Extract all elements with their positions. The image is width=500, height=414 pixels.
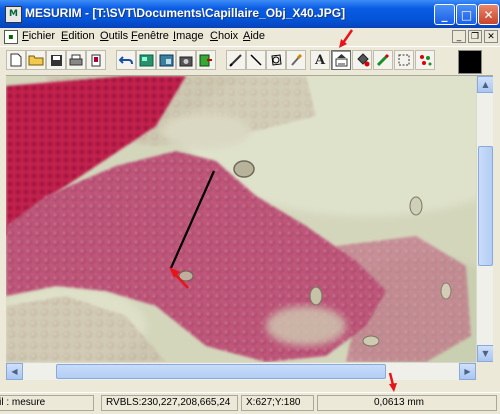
undo-button[interactable] bbox=[116, 50, 136, 70]
status-color-readout: RVBLS:230,227,208,665,24 bbox=[101, 395, 238, 411]
color-pen-tool-button[interactable] bbox=[373, 50, 393, 70]
export-button[interactable] bbox=[196, 50, 216, 70]
horizontal-scrollbar[interactable]: ◀ ▶ bbox=[6, 362, 476, 380]
print-preview-icon bbox=[91, 54, 101, 66]
brush-icon bbox=[291, 53, 303, 66]
image-paste-button[interactable] bbox=[156, 50, 176, 70]
undo-icon bbox=[119, 56, 133, 65]
maximize-button[interactable]: □ bbox=[456, 4, 477, 25]
brush-tool-button[interactable] bbox=[286, 50, 306, 70]
save-icon bbox=[50, 54, 62, 66]
export-icon bbox=[199, 54, 212, 66]
toolbar: A bbox=[0, 46, 500, 76]
menu-fenetre[interactable]: Fenêtre bbox=[131, 30, 169, 42]
image-copy-icon bbox=[139, 54, 153, 66]
print-preview-button[interactable] bbox=[86, 50, 106, 70]
colored-points-icon bbox=[419, 55, 431, 66]
status-measure: 0,0613 mm bbox=[317, 395, 497, 411]
polygon-icon bbox=[271, 54, 282, 66]
fill-tool-button[interactable] bbox=[352, 50, 372, 70]
save-button[interactable] bbox=[46, 50, 66, 70]
status-bar: Outil : mesure RVBLS:230,227,208,665,24 … bbox=[0, 392, 500, 414]
paint-bucket-icon bbox=[356, 53, 369, 67]
app-icon[interactable]: M bbox=[5, 6, 22, 23]
text-tool-button[interactable]: A bbox=[310, 50, 330, 70]
printer-icon bbox=[69, 54, 83, 65]
line-icon bbox=[250, 54, 262, 66]
menu-image[interactable]: Image bbox=[173, 30, 204, 42]
capture-button[interactable] bbox=[176, 50, 196, 70]
micrograph-image[interactable] bbox=[6, 76, 476, 362]
new-document-button[interactable] bbox=[6, 50, 26, 70]
menu-edition[interactable]: Edition bbox=[61, 30, 95, 42]
menu-bar: ▪ Fichier Edition Outils Fenêtre Image C… bbox=[0, 28, 500, 46]
annotation-arrow-status bbox=[388, 372, 397, 392]
mdi-restore-button[interactable]: ❐ bbox=[468, 30, 482, 43]
text-tool-label: A bbox=[314, 52, 326, 68]
pencil-icon bbox=[229, 54, 242, 67]
image-paste-icon bbox=[159, 54, 173, 66]
count-points-button[interactable] bbox=[415, 50, 435, 70]
colored-pen-icon bbox=[376, 53, 390, 67]
line-tool-button[interactable] bbox=[246, 50, 266, 70]
scrollbar-corner bbox=[476, 362, 493, 379]
new-document-icon bbox=[10, 53, 22, 67]
horizontal-scroll-thumb[interactable] bbox=[56, 364, 386, 379]
window-title: MESURIM - [T:\SVT\Documents\Capillaire_O… bbox=[25, 6, 346, 20]
scroll-left-button[interactable]: ◀ bbox=[6, 363, 23, 380]
rectangle-select-button[interactable] bbox=[394, 50, 414, 70]
title-bar[interactable]: M MESURIM - [T:\SVT\Documents\Capillaire… bbox=[0, 0, 500, 28]
menu-fichier[interactable]: Fichier bbox=[22, 30, 55, 42]
image-canvas[interactable] bbox=[6, 76, 476, 362]
current-color-swatch[interactable] bbox=[458, 50, 482, 74]
pencil-tool-button[interactable] bbox=[226, 50, 246, 70]
scroll-up-button[interactable]: ▲ bbox=[477, 76, 494, 93]
mdi-close-button[interactable]: ✕ bbox=[484, 30, 498, 43]
mdi-minimize-button[interactable]: _ bbox=[452, 30, 466, 43]
scroll-right-button[interactable]: ▶ bbox=[459, 363, 476, 380]
annotation-arrow-toolbar bbox=[339, 29, 354, 48]
camera-icon bbox=[179, 56, 193, 66]
vertical-scrollbar[interactable]: ▲ ▼ bbox=[476, 76, 494, 362]
menu-choix[interactable]: Choix bbox=[210, 30, 238, 42]
dotted-rectangle-icon bbox=[398, 54, 410, 66]
minimize-button[interactable]: _ bbox=[434, 4, 455, 25]
status-tool: Outil : mesure bbox=[0, 395, 94, 411]
image-copy-button[interactable] bbox=[136, 50, 156, 70]
menu-outils[interactable]: Outils bbox=[100, 30, 128, 42]
scale-icon bbox=[335, 54, 347, 67]
mdi-frame-right bbox=[493, 74, 500, 380]
scale-calibration-tool-button[interactable] bbox=[331, 50, 351, 70]
menu-aide[interactable]: Aide bbox=[243, 30, 265, 42]
open-folder-icon bbox=[28, 55, 44, 66]
document-icon[interactable]: ▪ bbox=[4, 30, 18, 44]
scroll-down-button[interactable]: ▼ bbox=[477, 345, 494, 362]
close-button[interactable]: ✕ bbox=[478, 4, 499, 25]
status-coordinates: X:627;Y:180 bbox=[241, 395, 314, 411]
open-button[interactable] bbox=[26, 50, 46, 70]
print-button[interactable] bbox=[66, 50, 86, 70]
vertical-scroll-thumb[interactable] bbox=[478, 146, 493, 266]
polygon-tool-button[interactable] bbox=[266, 50, 286, 70]
